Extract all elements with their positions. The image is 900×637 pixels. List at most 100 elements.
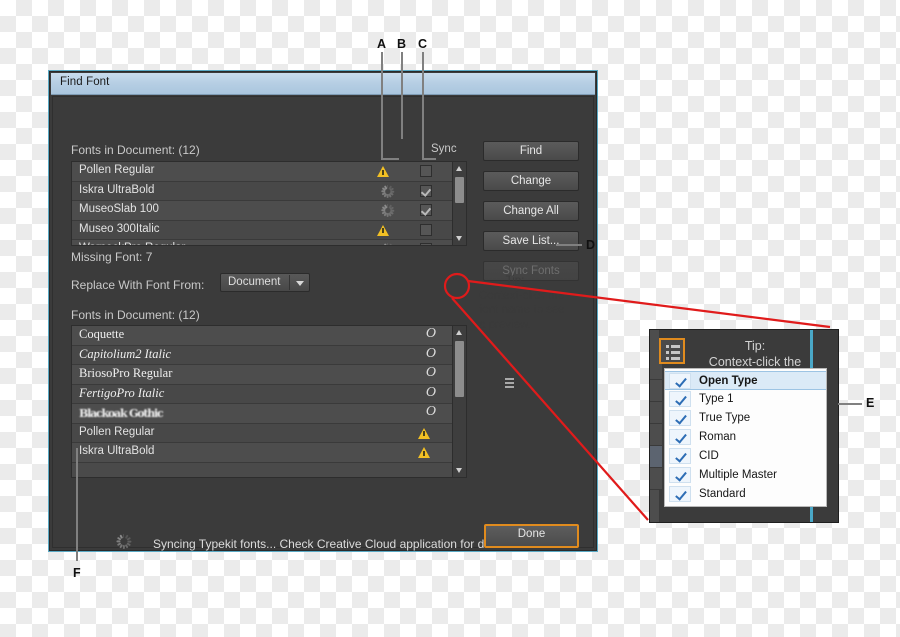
- scroll-up-arrow-icon[interactable]: [453, 162, 466, 175]
- font-name: Pollen Regular: [79, 164, 155, 176]
- scrollbar-thumb[interactable]: [455, 341, 464, 397]
- menu-item-label: Multiple Master: [699, 469, 777, 481]
- menu-item[interactable]: Roman: [665, 428, 826, 447]
- callout-label-a: A: [377, 37, 387, 51]
- fonts-in-document-label-bottom: Fonts in Document: (12): [71, 308, 200, 322]
- check-icon[interactable]: [669, 429, 691, 445]
- font-list-row[interactable]: Coquette O: [72, 326, 452, 346]
- callout-line-a: [381, 52, 383, 159]
- font-name: MuseoSlab 100: [79, 203, 159, 215]
- sync-checkbox[interactable]: [420, 165, 432, 177]
- fonts-in-document-label-top: Fonts in Document: (12): [71, 143, 200, 157]
- opentype-icon: O: [425, 326, 436, 341]
- font-name: Blackoak Gothic: [79, 407, 164, 420]
- menu-item-label: Standard: [699, 488, 746, 500]
- opentype-icon: O: [425, 345, 436, 361]
- dialog-title: Find Font: [60, 76, 110, 88]
- dialog-titlebar: Find Font: [51, 73, 595, 95]
- replace-source-dropdown[interactable]: Document: [220, 273, 310, 292]
- callout-label-d: D: [586, 238, 596, 252]
- sync-column-label: Sync: [431, 143, 457, 155]
- tip-line-2: Context-click the: [479, 289, 565, 302]
- opentype-icon: O: [425, 365, 436, 380]
- scroll-up-arrow-icon[interactable]: [453, 326, 466, 339]
- status-message: Syncing Typekit fonts... Check Creative …: [153, 537, 516, 551]
- zoom-panel-row-strip: [650, 358, 662, 490]
- strip-row-selected: [650, 446, 662, 468]
- menu-item-label: Type 1: [699, 393, 734, 405]
- menu-item[interactable]: Standard: [665, 485, 826, 504]
- callout-label-c: C: [418, 37, 428, 51]
- callout-line-c-bend: [422, 158, 436, 160]
- font-list-row[interactable]: BriosoPro Regular O: [72, 365, 452, 385]
- warning-icon: [377, 166, 389, 177]
- strip-row: [650, 380, 662, 402]
- sync-checkbox[interactable]: [420, 243, 432, 245]
- font-list-row[interactable]: Museo 300Italic: [72, 220, 452, 240]
- font-name: Iskra UltraBold: [79, 445, 155, 457]
- menu-item[interactable]: True Type: [665, 409, 826, 428]
- menu-item[interactable]: Multiple Master: [665, 466, 826, 485]
- sync-checkbox[interactable]: [420, 184, 432, 197]
- check-icon[interactable]: [669, 391, 691, 407]
- spinner-icon: [381, 204, 395, 217]
- hamburger-menu-icon[interactable]: [503, 377, 516, 390]
- font-list-row[interactable]: MuseoSlab 100: [72, 201, 452, 221]
- callout-line-c: [422, 52, 424, 159]
- missing-font-label: Missing Font: 7: [71, 250, 153, 264]
- sync-checkbox[interactable]: [420, 223, 432, 236]
- menu-item[interactable]: CID: [665, 447, 826, 466]
- check-icon[interactable]: [669, 486, 691, 502]
- check-icon[interactable]: [669, 373, 691, 389]
- fonts-in-document-list-top[interactable]: Pollen Regular Iskra UltraBold MuseoSlab 1…: [71, 161, 467, 246]
- strip-row: [650, 424, 662, 446]
- hamburger-menu-icon[interactable]: [659, 338, 685, 364]
- find-button[interactable]: Find: [483, 141, 579, 161]
- opentype-icon: O: [425, 384, 436, 400]
- scroll-down-arrow-icon[interactable]: [453, 464, 466, 477]
- scrollbar-top[interactable]: [452, 162, 466, 245]
- font-list-row[interactable]: FertigoPro Italic O: [72, 384, 452, 404]
- menu-item[interactable]: Open Type: [665, 371, 826, 390]
- font-list-row[interactable]: Blackoak Gothic O: [72, 404, 452, 424]
- menu-item[interactable]: Type 1: [665, 390, 826, 409]
- strip-row: [650, 402, 662, 424]
- save-list-button[interactable]: Save List...: [483, 231, 579, 251]
- change-all-button[interactable]: Change All: [483, 201, 579, 221]
- check-icon[interactable]: [669, 448, 691, 464]
- font-list-row[interactable]: WarnockPro Regular: [72, 240, 452, 245]
- warning-icon: [418, 427, 430, 439]
- font-list-row[interactable]: Iskra UltraBold: [72, 443, 452, 463]
- dropdown-separator: [289, 275, 290, 290]
- font-list-row[interactable]: Pollen Regular: [72, 162, 452, 182]
- scrollbar-thumb[interactable]: [455, 177, 464, 203]
- fonts-in-document-list-bottom[interactable]: Coquette O Capitolium2 Italic O BriosoPro Re…: [71, 325, 467, 478]
- font-list-row[interactable]: Iskra UltraBold: [72, 181, 452, 201]
- spinner-icon: [116, 534, 132, 549]
- callout-label-b: B: [397, 37, 407, 51]
- callout-line-f: [76, 448, 78, 561]
- scroll-down-arrow-icon[interactable]: [453, 232, 466, 245]
- font-name: Coquette: [79, 327, 125, 341]
- done-button[interactable]: Done: [484, 524, 579, 548]
- font-list-row[interactable]: Capitolium2 Italic O: [72, 345, 452, 365]
- tip-line-4: a preview.: [479, 318, 531, 331]
- check-icon[interactable]: [669, 467, 691, 483]
- font-name: Pollen Regular: [79, 425, 155, 438]
- warning-icon: [377, 224, 389, 236]
- scrollbar-bottom[interactable]: [452, 326, 466, 477]
- font-type-context-menu[interactable]: Open Type Type 1 True Type Roman CID Multiple…: [664, 368, 827, 507]
- menu-item-label: Open Type: [699, 375, 758, 387]
- font-name: BriosoPro Regular: [79, 366, 173, 380]
- sync-checkbox[interactable]: [420, 204, 432, 216]
- font-list-row[interactable]: Pollen Regular: [72, 423, 452, 443]
- callout-label-e: E: [866, 396, 875, 410]
- callout-label-f: F: [73, 566, 81, 580]
- callout-line-d: [556, 244, 582, 246]
- menu-item-label: Roman: [699, 431, 737, 443]
- warning-icon: [418, 447, 430, 458]
- strip-row: [650, 468, 662, 490]
- change-button[interactable]: Change: [483, 171, 579, 191]
- check-icon[interactable]: [669, 410, 691, 426]
- replace-with-font-from-label: Replace With Font From:: [71, 278, 205, 292]
